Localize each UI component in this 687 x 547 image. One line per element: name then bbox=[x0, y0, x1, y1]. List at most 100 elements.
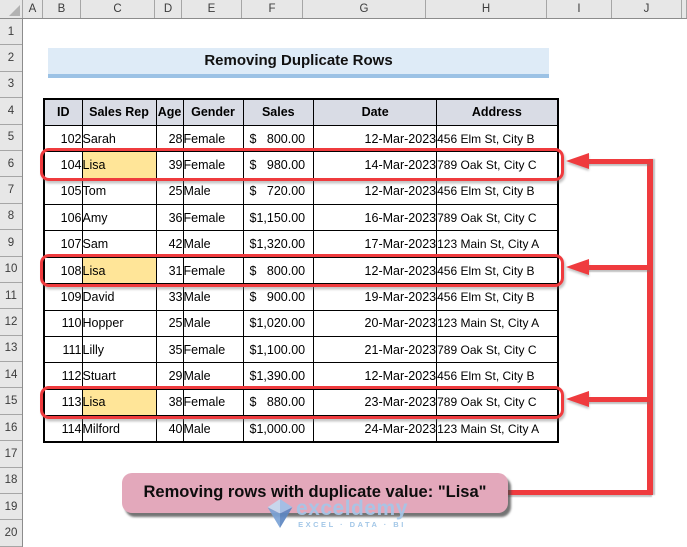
row-header-12[interactable]: 12 bbox=[0, 309, 22, 336]
cell-date-110[interactable]: 20-Mar-2023 bbox=[313, 309, 438, 338]
row-header-20[interactable]: 20 bbox=[0, 520, 22, 547]
cell-id-111[interactable]: 111 bbox=[43, 336, 83, 364]
row-header-8[interactable]: 8 bbox=[0, 204, 22, 231]
cell-gender-109[interactable]: Male bbox=[182, 283, 244, 311]
cell-date-105[interactable]: 12-Mar-2023 bbox=[313, 177, 438, 206]
cell-address-106[interactable]: 789 Oak St, City C bbox=[436, 204, 559, 232]
cell-date-106[interactable]: 16-Mar-2023 bbox=[313, 204, 438, 232]
cell-age-107[interactable]: 42 bbox=[155, 230, 184, 258]
cell-age-104[interactable]: 39 bbox=[155, 151, 184, 179]
cell-address-110[interactable]: 123 Main St, City A bbox=[436, 309, 559, 338]
cell-date-108[interactable]: 12-Mar-2023 bbox=[313, 256, 438, 285]
cell-address-111[interactable]: 789 Oak St, City C bbox=[436, 336, 559, 364]
row-header-2[interactable]: 2 bbox=[0, 45, 22, 72]
column-header-B[interactable]: B bbox=[43, 0, 81, 18]
row-header-13[interactable]: 13 bbox=[0, 336, 22, 363]
column-header-G[interactable]: G bbox=[303, 0, 426, 18]
column-header-J[interactable]: J bbox=[612, 0, 682, 18]
cell-address-113[interactable]: 789 Oak St, City C bbox=[436, 388, 559, 417]
table-header-date[interactable]: Date bbox=[313, 98, 438, 126]
cell-age-102[interactable]: 28 bbox=[155, 124, 184, 153]
table-header-age[interactable]: Age bbox=[155, 98, 184, 126]
cell-sales-102[interactable]: $800.00 bbox=[242, 124, 315, 153]
cell-gender-108[interactable]: Female bbox=[182, 256, 244, 285]
column-header-A[interactable]: A bbox=[23, 0, 43, 18]
row-header-16[interactable]: 16 bbox=[0, 415, 22, 442]
row-header-4[interactable]: 4 bbox=[0, 98, 22, 125]
cell-id-106[interactable]: 106 bbox=[43, 204, 83, 232]
cell-date-102[interactable]: 12-Mar-2023 bbox=[313, 124, 438, 153]
cell-sales-112[interactable]: $1,390.00 bbox=[242, 362, 315, 390]
cell-sales-rep-112[interactable]: Stuart bbox=[81, 362, 157, 390]
table-header-sales-rep[interactable]: Sales Rep bbox=[81, 98, 157, 126]
cell-sales-108[interactable]: $800.00 bbox=[242, 256, 315, 285]
cell-id-112[interactable]: 112 bbox=[43, 362, 83, 390]
cell-date-114[interactable]: 24-Mar-2023 bbox=[313, 415, 438, 443]
cell-id-107[interactable]: 107 bbox=[43, 230, 83, 258]
cell-sales-109[interactable]: $900.00 bbox=[242, 283, 315, 311]
column-header-I[interactable]: I bbox=[547, 0, 612, 18]
duplicate-cell-sales-rep-104[interactable]: Lisa bbox=[81, 151, 157, 179]
cell-gender-102[interactable]: Female bbox=[182, 124, 244, 153]
cell-age-111[interactable]: 35 bbox=[155, 336, 184, 364]
column-header-D[interactable]: D bbox=[155, 0, 182, 18]
cell-gender-105[interactable]: Male bbox=[182, 177, 244, 206]
cell-sales-rep-105[interactable]: Tom bbox=[81, 177, 157, 206]
cell-age-113[interactable]: 38 bbox=[155, 388, 184, 417]
cell-address-109[interactable]: 456 Elm St, City B bbox=[436, 283, 559, 311]
cell-date-104[interactable]: 14-Mar-2023 bbox=[313, 151, 438, 179]
row-header-11[interactable]: 11 bbox=[0, 283, 22, 310]
cell-date-113[interactable]: 23-Mar-2023 bbox=[313, 388, 438, 417]
cell-gender-104[interactable]: Female bbox=[182, 151, 244, 179]
cell-address-112[interactable]: 456 Elm St, City B bbox=[436, 362, 559, 390]
cell-sales-rep-110[interactable]: Hopper bbox=[81, 309, 157, 338]
cell-sales-rep-111[interactable]: Lilly bbox=[81, 336, 157, 364]
cell-address-104[interactable]: 789 Oak St, City C bbox=[436, 151, 559, 179]
row-header-14[interactable]: 14 bbox=[0, 362, 22, 389]
cell-id-102[interactable]: 102 bbox=[43, 124, 83, 153]
cell-gender-110[interactable]: Male bbox=[182, 309, 244, 338]
cell-id-108[interactable]: 108 bbox=[43, 256, 83, 285]
column-header-C[interactable]: C bbox=[81, 0, 155, 18]
cell-sales-107[interactable]: $1,320.00 bbox=[242, 230, 315, 258]
cell-address-102[interactable]: 456 Elm St, City B bbox=[436, 124, 559, 153]
cell-age-105[interactable]: 25 bbox=[155, 177, 184, 206]
cell-sales-114[interactable]: $1,000.00 bbox=[242, 415, 315, 443]
cell-age-110[interactable]: 25 bbox=[155, 309, 184, 338]
row-header-15[interactable]: 15 bbox=[0, 388, 22, 415]
column-header-H[interactable]: H bbox=[426, 0, 547, 18]
row-header-17[interactable]: 17 bbox=[0, 441, 22, 468]
cell-address-114[interactable]: 123 Main St, City A bbox=[436, 415, 559, 443]
cell-id-105[interactable]: 105 bbox=[43, 177, 83, 206]
cell-sales-111[interactable]: $1,100.00 bbox=[242, 336, 315, 364]
table-header-address[interactable]: Address bbox=[436, 98, 559, 126]
cell-address-105[interactable]: 456 Elm St, City B bbox=[436, 177, 559, 206]
row-header-3[interactable]: 3 bbox=[0, 72, 22, 99]
cell-sales-rep-114[interactable]: Milford bbox=[81, 415, 157, 443]
cell-sales-113[interactable]: $880.00 bbox=[242, 388, 315, 417]
table-header-sales[interactable]: Sales bbox=[242, 98, 315, 126]
cell-sales-105[interactable]: $720.00 bbox=[242, 177, 315, 206]
table-header-gender[interactable]: Gender bbox=[182, 98, 244, 126]
column-header-F[interactable]: F bbox=[242, 0, 303, 18]
duplicate-cell-sales-rep-113[interactable]: Lisa bbox=[81, 388, 157, 417]
cell-date-107[interactable]: 17-Mar-2023 bbox=[313, 230, 438, 258]
cell-age-112[interactable]: 29 bbox=[155, 362, 184, 390]
cell-address-108[interactable]: 456 Elm St, City B bbox=[436, 256, 559, 285]
cell-id-104[interactable]: 104 bbox=[43, 151, 83, 179]
row-header-10[interactable]: 10 bbox=[0, 257, 22, 283]
cell-date-112[interactable]: 12-Mar-2023 bbox=[313, 362, 438, 390]
row-header-1[interactable]: 1 bbox=[0, 19, 22, 46]
cell-sales-110[interactable]: $1,020.00 bbox=[242, 309, 315, 338]
cell-date-109[interactable]: 19-Mar-2023 bbox=[313, 283, 438, 311]
cell-id-114[interactable]: 114 bbox=[43, 415, 83, 443]
select-all-corner[interactable] bbox=[0, 0, 23, 18]
cell-date-111[interactable]: 21-Mar-2023 bbox=[313, 336, 438, 364]
row-header-19[interactable]: 19 bbox=[0, 494, 22, 521]
duplicate-cell-sales-rep-108[interactable]: Lisa bbox=[81, 256, 157, 285]
row-header-18[interactable]: 18 bbox=[0, 468, 22, 495]
row-header-7[interactable]: 7 bbox=[0, 177, 22, 204]
cell-age-114[interactable]: 40 bbox=[155, 415, 184, 443]
cell-age-109[interactable]: 33 bbox=[155, 283, 184, 311]
cell-gender-106[interactable]: Female bbox=[182, 204, 244, 232]
